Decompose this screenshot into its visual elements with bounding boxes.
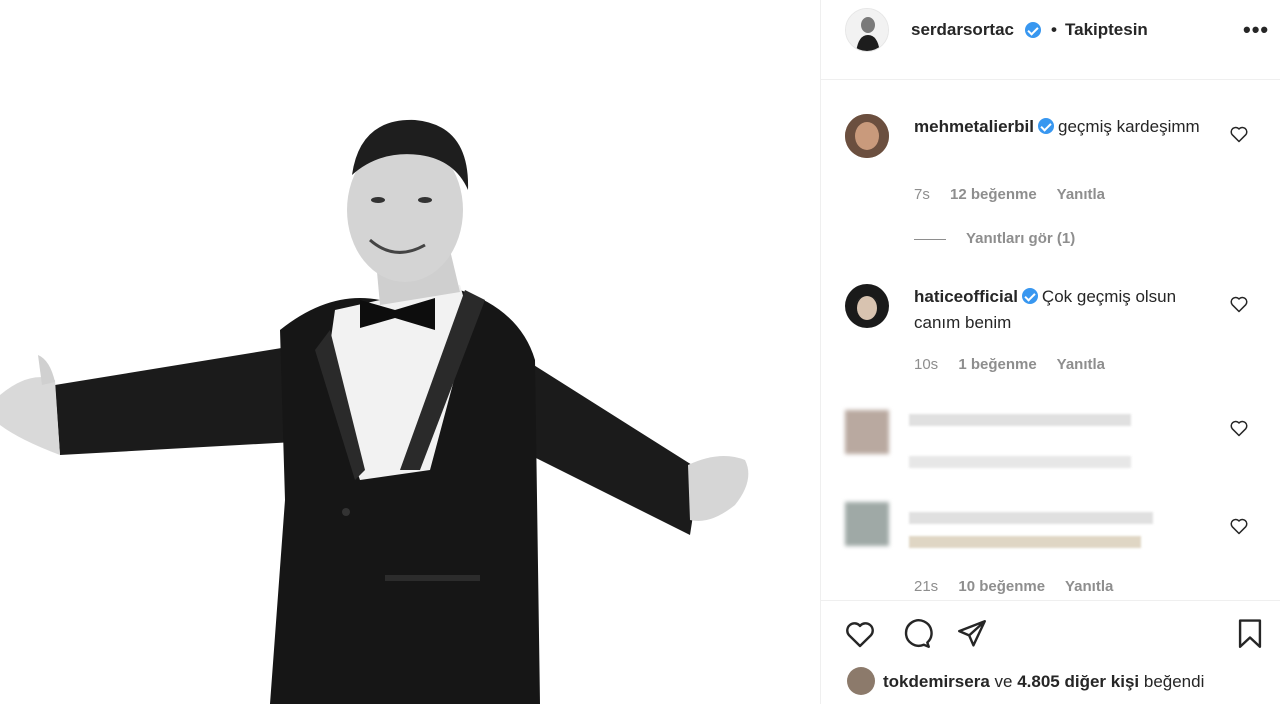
liked-by-line: tokdemirsera ve 4.805 diğer kişi beğendi — [847, 667, 1204, 695]
commenter-avatar[interactable] — [845, 114, 889, 158]
separator-dot: • — [1051, 20, 1057, 39]
blurred-comment-meta — [909, 456, 1131, 468]
liker-username[interactable]: tokdemirsera — [883, 672, 990, 691]
blurred-comment-text — [909, 512, 1153, 524]
heart-icon[interactable] — [1229, 124, 1249, 144]
commenter-username[interactable]: haticeofficial — [914, 287, 1018, 306]
post-photo[interactable] — [0, 0, 820, 704]
view-replies-button[interactable]: Yanıtları gör (1) — [914, 230, 1075, 247]
commenter-username[interactable]: mehmetalierbil — [914, 117, 1034, 136]
comment-body: mehmetalierbil geçmiş kardeşimm — [914, 114, 1214, 140]
following-status[interactable]: Takiptesin — [1065, 20, 1148, 40]
post-sidebar: serdarsortac • Takiptesin ••• mehmetalie… — [820, 0, 1280, 704]
comment-bubble-icon[interactable] — [899, 617, 933, 651]
post-actions: tokdemirsera ve 4.805 diğer kişi beğendi — [821, 600, 1280, 704]
blurred-comment-text — [909, 414, 1131, 426]
reply-button[interactable]: Yanıtla — [1057, 186, 1105, 203]
more-horizontal-icon[interactable]: ••• — [1243, 19, 1269, 41]
liked-connector: ve — [994, 672, 1013, 691]
verified-badge-icon — [1038, 118, 1054, 134]
comment-text: geçmiş kardeşimm — [1058, 117, 1200, 136]
heart-icon[interactable] — [1229, 418, 1249, 438]
comment-time[interactable]: 21s — [914, 578, 938, 595]
heart-icon[interactable] — [1229, 294, 1249, 314]
comment-time[interactable]: 10s — [914, 356, 938, 373]
comment-meta: 10s 1 beğenme Yanıtla — [914, 356, 1121, 373]
replies-divider — [914, 238, 946, 240]
comment-likes[interactable]: 10 beğenme — [958, 578, 1045, 595]
heart-icon[interactable] — [843, 617, 877, 651]
bookmark-icon[interactable] — [1233, 617, 1267, 651]
comment-likes[interactable]: 1 beğenme — [958, 356, 1036, 373]
verified-badge-icon — [1025, 22, 1041, 38]
blurred-comment-text — [909, 536, 1141, 548]
man-in-tuxedo-photo — [0, 119, 749, 704]
paper-plane-icon[interactable] — [955, 617, 989, 651]
reply-button[interactable]: Yanıtla — [1065, 578, 1113, 595]
liked-count[interactable]: 4.805 diğer kişi — [1017, 672, 1139, 691]
commenter-avatar[interactable] — [845, 410, 889, 454]
comment-body: haticeofficial Çok geçmiş olsun canım ben… — [914, 284, 1214, 336]
post-header: serdarsortac • Takiptesin ••• — [821, 0, 1280, 80]
verified-badge-icon — [1021, 288, 1038, 304]
comment-likes[interactable]: 12 beğenme — [950, 186, 1037, 203]
commenter-avatar[interactable] — [845, 284, 889, 328]
author-username[interactable]: serdarsortac — [911, 20, 1014, 40]
comment-time[interactable]: 7s — [914, 186, 930, 203]
comment-meta: 21s 10 beğenme Yanıtla — [914, 578, 1129, 595]
view-replies-label: Yanıtları gör (1) — [966, 230, 1076, 247]
liker-avatar[interactable] — [847, 667, 875, 695]
reply-button[interactable]: Yanıtla — [1057, 356, 1105, 373]
author-avatar[interactable] — [845, 8, 889, 52]
commenter-avatar[interactable] — [845, 502, 889, 546]
heart-icon[interactable] — [1229, 516, 1249, 536]
liked-suffix: beğendi — [1143, 672, 1205, 691]
comment-meta: 7s 12 beğenme Yanıtla — [914, 186, 1121, 203]
